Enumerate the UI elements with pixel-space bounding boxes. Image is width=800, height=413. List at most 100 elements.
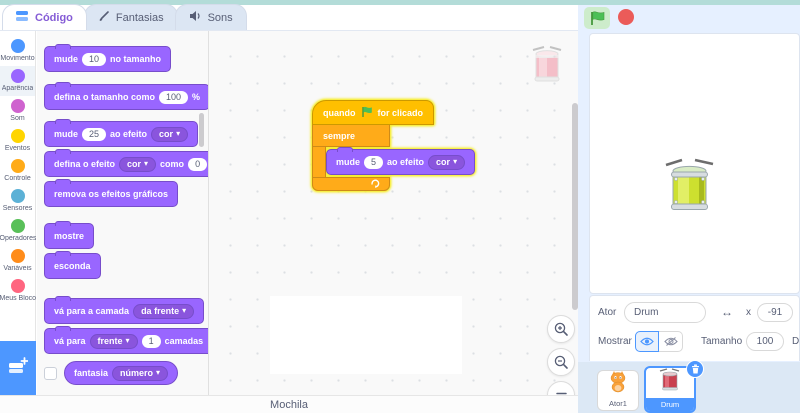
layer-dropdown[interactable]: da frente ▾ — [133, 304, 194, 319]
block-mude-no-tamanho[interactable]: mude 10 no tamanho — [44, 46, 171, 72]
category-color-dot — [11, 159, 25, 173]
stop-button[interactable] — [618, 9, 634, 25]
category-color-dot — [11, 249, 25, 263]
block-va-para-camadas[interactable]: vá para frente ▾ 1 camadas — [44, 328, 209, 354]
block-label: sempre — [323, 131, 355, 141]
trash-icon — [691, 364, 700, 374]
hidden-eye-button[interactable] — [659, 331, 683, 352]
block-mostre[interactable]: mostre — [44, 223, 94, 249]
category-movimento[interactable]: Movimento — [0, 36, 35, 66]
reporter-row: fantasia número ▾ — [44, 361, 208, 385]
block-remova-efeitos[interactable]: remova os efeitos gráficos — [44, 181, 178, 207]
delete-sprite-button[interactable] — [686, 360, 704, 378]
sprite-name-input[interactable] — [624, 302, 706, 323]
costume-dropdown[interactable]: número ▾ — [112, 366, 168, 381]
tab-fantasias[interactable]: Fantasias — [84, 4, 178, 30]
effect-dropdown[interactable]: cor ▾ — [428, 155, 465, 170]
sprite-list: Ator1 Drum — [578, 362, 800, 413]
show-label: Mostrar — [598, 336, 632, 347]
backpack-bar[interactable]: Mochila — [0, 395, 578, 413]
block-label: remova os efeitos gráficos — [54, 189, 168, 199]
palette-scrollbar[interactable] — [199, 113, 204, 147]
green-flag-button[interactable] — [584, 7, 610, 29]
chevron-down-icon: ▾ — [182, 307, 186, 315]
x-coordinate-label: x — [746, 307, 751, 318]
chevron-down-icon: ▾ — [156, 369, 160, 377]
drum-sprite-thumbnail — [657, 366, 683, 398]
reporter-checkbox[interactable] — [44, 367, 57, 380]
tab-codigo-label: Código — [35, 12, 73, 24]
sprite-card-name: Drum — [646, 398, 694, 411]
drum-sprite-on-stage[interactable] — [659, 151, 721, 220]
block-label: defina o efeito — [54, 159, 115, 169]
visible-eye-button[interactable] — [635, 331, 659, 352]
block-defina-efeito[interactable]: defina o efeito cor ▾ como 0 — [44, 151, 209, 177]
x-coordinate-input[interactable] — [757, 303, 793, 322]
block-label: como — [160, 159, 184, 169]
block-label: ao efeito — [387, 157, 424, 167]
running-script-stack: quando for clicado sempre mude 5 ao efei… — [312, 100, 475, 191]
category-sensores[interactable]: Sensores — [0, 186, 35, 216]
direction-label: Direç — [792, 336, 800, 347]
zoom-out-button[interactable] — [547, 348, 575, 376]
category-aparencia[interactable]: Aparência — [0, 66, 35, 96]
editor-tabbar: Código Fantasias Sons — [0, 5, 578, 31]
sprite-info-panel: Ator ↔ x Mostrar Tamanho Direç — [589, 295, 800, 361]
chevron-down-icon: ▾ — [176, 130, 180, 138]
size-input[interactable] — [746, 332, 784, 351]
effect-dropdown[interactable]: cor ▾ — [119, 157, 156, 172]
number-input[interactable]: 10 — [82, 53, 106, 66]
add-extension-button[interactable] — [0, 341, 36, 395]
resize-horizontal-icon: ↔ — [721, 305, 733, 319]
category-meus-blocos[interactable]: Meus Blocos — [0, 276, 35, 306]
sprite-watermark-drum — [527, 41, 567, 90]
code-blocks-icon — [16, 10, 29, 25]
effect-dropdown[interactable]: cor ▾ — [151, 127, 188, 142]
forever-loop-block[interactable]: sempre mude 5 ao efeito cor ▾ — [312, 125, 475, 191]
number-input[interactable]: 0 — [188, 158, 207, 171]
tab-sons[interactable]: Sons — [175, 4, 247, 30]
category-variaveis[interactable]: Variáveis — [0, 246, 35, 276]
block-label: % — [192, 92, 200, 102]
green-flag-icon — [589, 10, 606, 27]
category-color-dot — [11, 69, 25, 83]
number-input[interactable]: 25 — [82, 128, 106, 141]
zoom-reset-button[interactable] — [547, 381, 575, 395]
direction-dropdown[interactable]: frente ▾ — [90, 334, 138, 349]
loop-arm — [312, 147, 326, 177]
number-input[interactable]: 1 — [142, 335, 161, 348]
mude-ao-efeito-block[interactable]: mude 5 ao efeito cor ▾ — [326, 149, 475, 175]
block-label: vá para — [54, 336, 86, 346]
chevron-down-icon: ▾ — [126, 337, 130, 345]
block-mude-efeito[interactable]: mude 25 ao efeito cor ▾ — [44, 121, 198, 147]
block-esconda[interactable]: esconda — [44, 253, 101, 279]
loop-arrow-icon — [370, 175, 381, 193]
block-label: mude — [54, 54, 78, 64]
block-va-para-camada[interactable]: vá para a camada da frente ▾ — [44, 298, 204, 324]
category-som[interactable]: Som — [0, 96, 35, 126]
green-flag-icon — [361, 106, 373, 120]
category-eventos[interactable]: Eventos — [0, 126, 35, 156]
chevron-down-icon: ▾ — [144, 160, 148, 168]
when-flag-clicked-block[interactable]: quando for clicado — [312, 100, 434, 125]
block-palette: mude 10 no tamanho defina o tamanho como… — [37, 31, 209, 395]
block-defina-tamanho[interactable]: defina o tamanho como 100 % — [44, 84, 209, 110]
visibility-toggle — [635, 331, 683, 352]
category-controle[interactable]: Controle — [0, 156, 35, 186]
block-fantasia-reporter[interactable]: fantasia número ▾ — [64, 361, 178, 385]
zoom-in-button[interactable] — [547, 315, 575, 343]
block-label: fantasia — [74, 368, 108, 378]
block-label: quando — [323, 108, 356, 118]
stage-view[interactable] — [589, 33, 800, 294]
number-input[interactable]: 100 — [159, 91, 188, 104]
block-label: defina o tamanho como — [54, 92, 155, 102]
number-input[interactable]: 5 — [364, 156, 383, 169]
white-overlay-box — [270, 296, 462, 374]
category-operadores[interactable]: Operadores — [0, 216, 35, 246]
sprite-card-ator1[interactable]: Ator1 — [597, 370, 639, 411]
sprite-card-name: Ator1 — [609, 399, 627, 410]
scratch-editor: Código Fantasias Sons Movimento Aparênci… — [0, 0, 800, 413]
tab-codigo[interactable]: Código — [2, 4, 87, 30]
script-canvas[interactable]: quando for clicado sempre mude 5 ao efei… — [209, 31, 578, 395]
block-label: mude — [54, 129, 78, 139]
